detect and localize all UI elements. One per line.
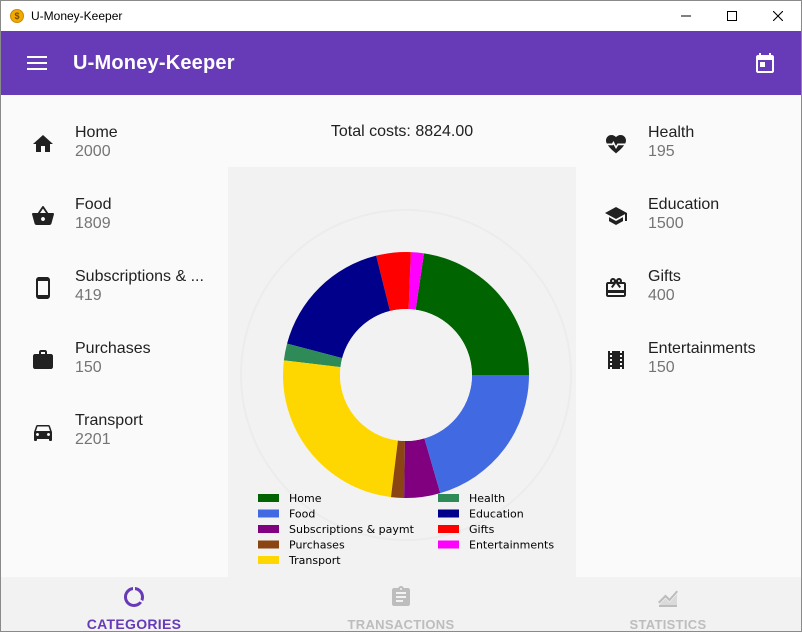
nav-label: CATEGORIES <box>86 616 182 632</box>
category-name: Entertainments <box>648 340 756 357</box>
legend-label: Home <box>289 492 322 505</box>
donut-hole <box>340 309 472 441</box>
category-amount: 2000 <box>75 143 111 160</box>
category-amount: 419 <box>75 287 102 304</box>
category-text: Purchases 150 <box>75 339 151 377</box>
donut-chart: Home Food Subscriptions & paymt Purchases Tr… <box>240 209 572 567</box>
legend-label: Health <box>469 492 505 505</box>
category-amount: 150 <box>648 359 675 376</box>
basket-icon <box>32 205 54 225</box>
app-window: $ U-Money-Keeper U-Money-Keeper Home 200… <box>0 0 802 632</box>
area-chart-icon <box>658 590 678 607</box>
total-costs: Total costs: 8824.00 <box>330 123 474 140</box>
category-text: Health 195 <box>648 123 694 161</box>
car-icon <box>34 425 52 441</box>
category-name: Subscriptions & ... <box>75 268 204 285</box>
menu-button[interactable] <box>25 51 49 75</box>
category-amount: 400 <box>648 287 675 304</box>
coin-icon: $ <box>10 9 24 23</box>
maximize-button[interactable] <box>709 1 755 31</box>
hamburger-icon <box>27 56 47 70</box>
category-text: Education 1500 <box>648 195 719 233</box>
graduation-cap-icon <box>605 207 627 225</box>
legend-label: Food <box>289 508 315 521</box>
bottom-navigation: CATEGORIES TRANSACTIONS STATISTICS <box>1 577 801 632</box>
legend-swatch <box>258 494 279 502</box>
category-text: Subscriptions & ... 419 <box>75 267 204 305</box>
close-icon <box>773 11 783 21</box>
home-icon <box>33 135 53 152</box>
legend-label: Subscriptions & paymt <box>289 523 415 536</box>
app-bar: U-Money-Keeper <box>1 31 801 95</box>
minimize-icon <box>681 15 691 17</box>
legend-label: Transport <box>288 554 341 567</box>
briefcase-icon <box>33 350 53 369</box>
legend-swatch <box>258 525 279 533</box>
category-name: Health <box>648 124 695 141</box>
legend-label: Gifts <box>469 523 495 536</box>
category-text: Food 1809 <box>75 195 111 233</box>
legend-swatch <box>258 509 279 518</box>
legend-swatch <box>258 556 279 564</box>
phone-icon <box>36 277 50 299</box>
legend-label: Education <box>469 508 524 521</box>
nav-categories[interactable]: CATEGORIES <box>1 577 267 632</box>
gift-icon <box>606 278 626 297</box>
chart-panel: Home Food Subscriptions & paymt Purchases Tr… <box>228 167 576 577</box>
film-icon <box>608 351 624 369</box>
nav-statistics[interactable]: STATISTICS <box>535 577 801 632</box>
category-text: Gifts 400 <box>648 267 681 305</box>
category-name: Purchases <box>75 340 151 357</box>
category-text: Transport 2201 <box>75 411 143 449</box>
legend-swatch <box>438 540 459 549</box>
category-name: Food <box>75 196 112 213</box>
minimize-button[interactable] <box>663 1 709 31</box>
category-name: Home <box>75 124 118 141</box>
category-name: Transport <box>75 412 143 429</box>
category-text: Home 2000 <box>75 123 118 161</box>
calendar-icon <box>756 53 774 73</box>
category-amount: 195 <box>648 143 675 160</box>
donut-chart-icon <box>124 587 144 607</box>
legend-label: Entertainments <box>469 539 554 552</box>
nav-transactions[interactable]: TRANSACTIONS <box>268 577 534 632</box>
category-amount: 1809 <box>75 215 111 232</box>
heart-pulse-icon <box>606 135 626 154</box>
category-amount: 150 <box>75 359 102 376</box>
app-title: U-Money-Keeper <box>73 51 235 74</box>
category-text: Entertainments 150 <box>648 339 756 377</box>
category-amount: 1500 <box>648 215 684 232</box>
title-bar: $ U-Money-Keeper <box>1 1 801 31</box>
clipboard-icon <box>392 586 410 606</box>
close-button[interactable] <box>755 1 801 31</box>
category-amount: 2201 <box>75 431 111 448</box>
legend-swatch <box>438 494 459 502</box>
window-title: U-Money-Keeper <box>31 9 123 23</box>
nav-label: TRANSACTIONS <box>347 617 455 632</box>
category-name: Gifts <box>648 268 681 285</box>
legend-label: Purchases <box>289 539 345 552</box>
legend-swatch <box>438 525 459 533</box>
legend-swatch <box>438 509 459 518</box>
window-controls <box>663 1 801 31</box>
nav-label: STATISTICS <box>629 617 707 632</box>
category-name: Education <box>648 196 720 213</box>
maximize-icon <box>727 11 737 21</box>
calendar-button[interactable] <box>753 51 777 75</box>
legend-swatch <box>258 540 279 549</box>
